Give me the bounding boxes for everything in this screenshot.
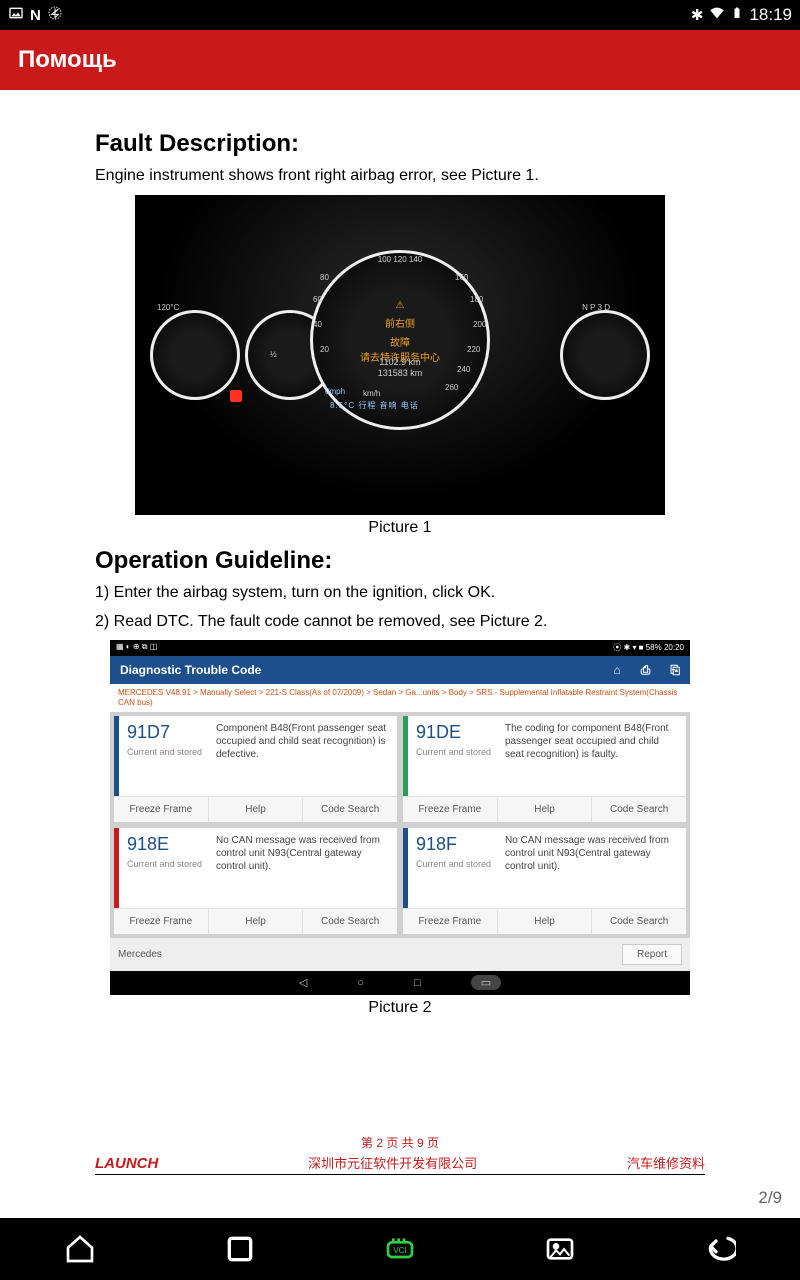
bluetooth-circle-icon <box>47 5 63 25</box>
fault-description-text: Engine instrument shows front right airb… <box>95 166 705 187</box>
dtc-code: 91DE <box>416 722 501 743</box>
code-search-button: Code Search <box>592 909 686 934</box>
wifi-icon <box>709 5 725 25</box>
bottom-navigation: VCI <box>0 1218 800 1280</box>
dtc-android-nav: ◁ ○ □ ▭ <box>110 971 690 995</box>
launch-brand: LAUNCH <box>95 1155 158 1172</box>
dtc-grid: 91D7 Current and stored Component B48(Fr… <box>110 712 690 938</box>
app-title: Помощь <box>18 46 117 74</box>
freeze-frame-button: Freeze Frame <box>403 797 498 822</box>
svg-text:VCI: VCI <box>393 1246 406 1255</box>
print-icon: ⎙ <box>641 663 651 678</box>
app-bar: Помощь <box>0 30 800 90</box>
dtc-description: Component B48(Front passenger seat occup… <box>212 722 389 790</box>
operation-step-2: 2) Read DTC. The fault code cannot be re… <box>95 612 705 633</box>
picture-2-caption: Picture 2 <box>368 999 431 1017</box>
document-footer: 第 2 页 共 9 页 LAUNCH 深圳市元征软件开发有限公司 汽车维修资料 <box>95 1134 705 1175</box>
recent-icon: □ <box>414 977 421 989</box>
picture-1-caption: Picture 1 <box>368 519 431 537</box>
n-icon: N <box>30 7 41 24</box>
help-button: Help <box>498 797 593 822</box>
operation-guideline-heading: Operation Guideline: <box>95 547 705 575</box>
nav-gallery-button[interactable] <box>542 1231 578 1267</box>
freeze-frame-button: Freeze Frame <box>403 909 498 934</box>
nav-back-button[interactable] <box>702 1231 738 1267</box>
help-button: Help <box>498 909 593 934</box>
code-search-button: Code Search <box>592 797 686 822</box>
home-circle-icon: ○ <box>357 977 364 989</box>
dtc-description: No CAN message was received from control… <box>501 834 678 902</box>
screenshot-icon: ▭ <box>471 975 501 990</box>
dtc-status: Current and stored <box>416 747 501 757</box>
nav-recent-button[interactable] <box>222 1231 258 1267</box>
freeze-frame-button: Freeze Frame <box>114 797 209 822</box>
temp-gauge <box>150 310 240 400</box>
dashboard-picture: 120°C ½ 100 120 140 80 160 60 180 40 200… <box>135 195 665 515</box>
dtc-status-bar: ▦ ◐ ⊕ ⧉ ◫ ⦿ ✱ ▾ ■ 58% 20:20 <box>110 640 690 656</box>
battery-icon <box>731 5 743 25</box>
code-search-button: Code Search <box>303 909 397 934</box>
page-counter: 2/9 <box>758 1188 782 1208</box>
nav-home-button[interactable] <box>62 1231 98 1267</box>
tachometer <box>560 310 650 400</box>
dtc-footer: Mercedes Report <box>110 938 690 971</box>
dtc-status: Current and stored <box>416 859 501 869</box>
dtc-screenshot: ▦ ◐ ⊕ ⧉ ◫ ⦿ ✱ ▾ ■ 58% 20:20 Diagnostic T… <box>110 640 690 994</box>
dtc-title: Diagnostic Trouble Code <box>120 663 261 677</box>
android-status-bar: N ✱ 18:19 <box>0 0 800 30</box>
dtc-card: 91DE Current and stored The coding for c… <box>403 716 686 822</box>
dtc-code: 918E <box>127 834 212 855</box>
help-button: Help <box>209 797 304 822</box>
back-icon: ◁ <box>299 976 307 989</box>
dtc-code: 918F <box>416 834 501 855</box>
exit-icon: ⎘ <box>670 663 680 678</box>
help-button: Help <box>209 909 304 934</box>
dtc-description: No CAN message was received from control… <box>212 834 389 902</box>
document-content: Fault Description: Engine instrument sho… <box>0 90 800 1017</box>
dtc-card: 918F Current and stored No CAN message w… <box>403 828 686 934</box>
image-icon <box>8 5 24 25</box>
report-button: Report <box>622 944 682 965</box>
dtc-card: 91D7 Current and stored Component B48(Fr… <box>114 716 397 822</box>
freeze-frame-button: Freeze Frame <box>114 909 209 934</box>
speed-warning: ⚠ 前右侧 故障 请去特许服务中心 <box>350 300 450 364</box>
nav-vci-button[interactable]: VCI <box>382 1231 418 1267</box>
dtc-card: 918E Current and stored No CAN message w… <box>114 828 397 934</box>
clock-text: 18:19 <box>749 5 792 25</box>
fault-description-heading: Fault Description: <box>95 130 705 158</box>
operation-step-1: 1) Enter the airbag system, turn on the … <box>95 583 705 604</box>
code-search-button: Code Search <box>303 797 397 822</box>
dtc-header: Diagnostic Trouble Code ⌂ ⎙ ⎘ <box>110 656 690 684</box>
dtc-breadcrumb: MERCEDES V48.91 > Manually Select > 221-… <box>110 684 690 711</box>
home-icon: ⌂ <box>614 663 621 678</box>
warning-light-icon <box>230 390 242 402</box>
dtc-description: The coding for component B48(Front passe… <box>501 722 678 790</box>
dtc-status: Current and stored <box>127 859 212 869</box>
bluetooth-icon: ✱ <box>691 6 704 24</box>
dtc-status: Current and stored <box>127 747 212 757</box>
dtc-code: 91D7 <box>127 722 212 743</box>
